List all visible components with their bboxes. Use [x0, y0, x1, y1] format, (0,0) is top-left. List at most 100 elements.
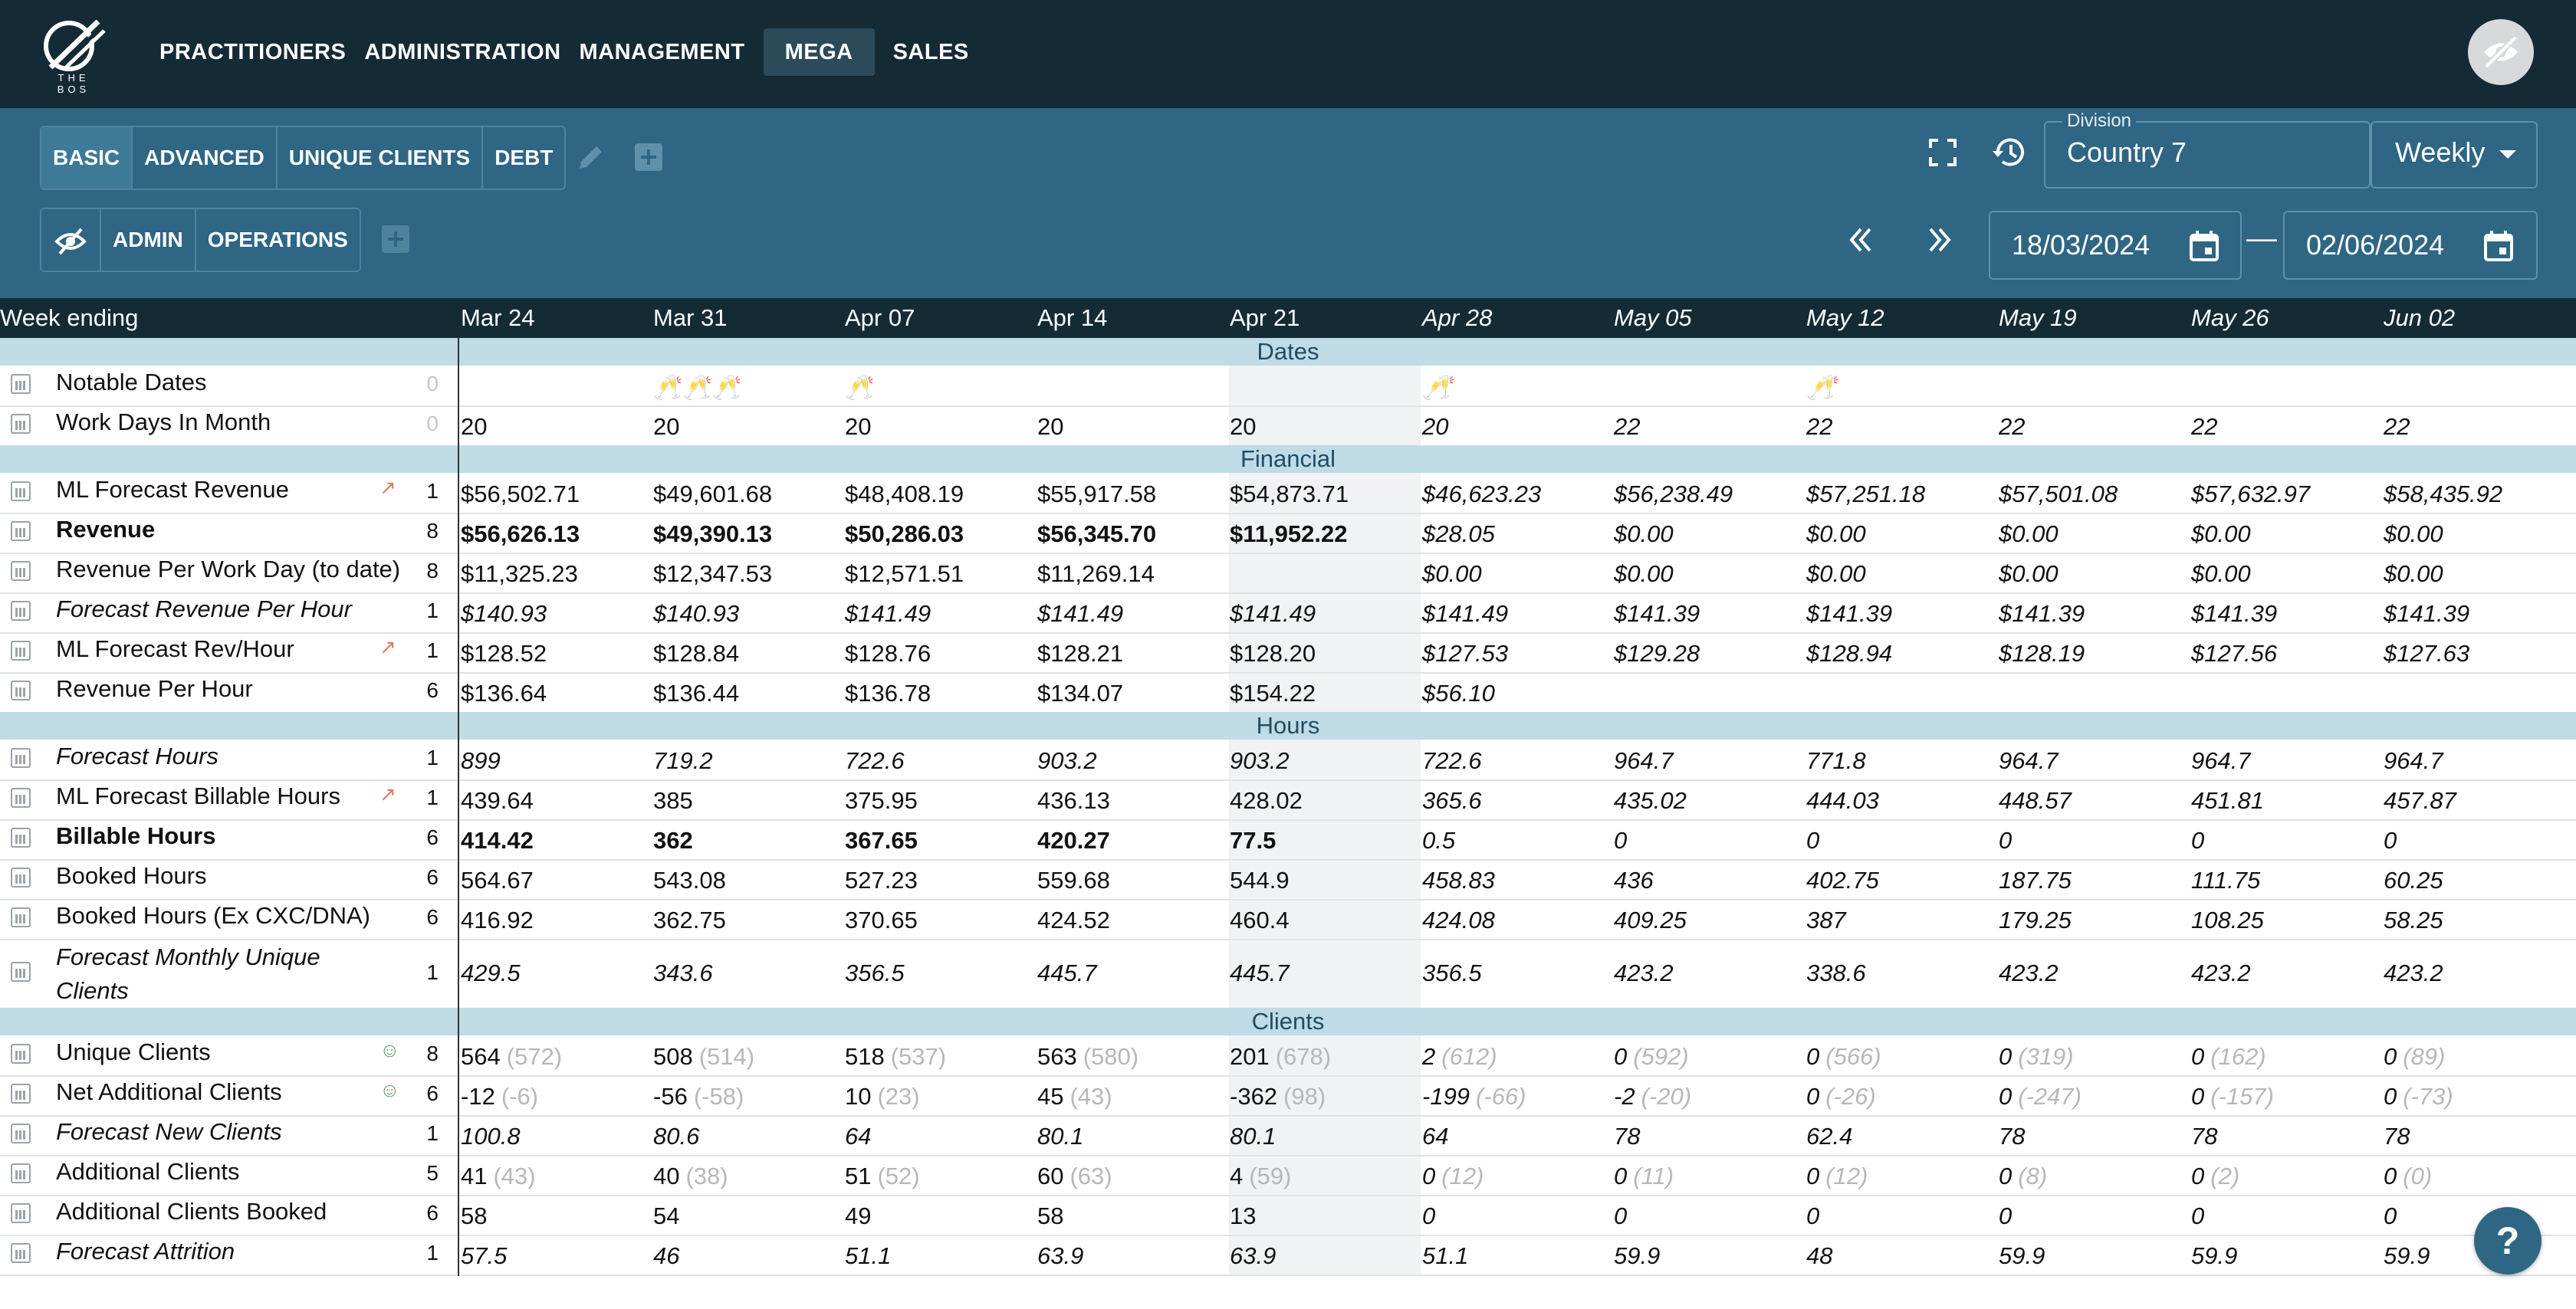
cell-may-05: 423.2 — [1614, 960, 1674, 987]
cell-may-19: 0 (319) — [1999, 1043, 2074, 1071]
cell-value: 62.4 — [1806, 1123, 1853, 1150]
cell-value: 2 — [1422, 1043, 1436, 1070]
edit-pencil-icon[interactable] — [575, 141, 607, 173]
cell-mar-24: $56,502.71 — [461, 481, 580, 508]
row-source-count: 1 — [426, 479, 439, 503]
period-select[interactable]: Weekly — [2371, 121, 2538, 189]
chart-toggle-icon[interactable] — [11, 907, 31, 927]
cell-value: 420.27 — [1037, 827, 1110, 854]
nav-management[interactable]: MANAGEMENT — [570, 28, 754, 76]
cell-mar-31: 54 — [653, 1202, 679, 1230]
cell-mar-31: 385 — [653, 787, 693, 815]
cell-apr-07: $128.76 — [845, 640, 931, 668]
cell-value: 22 — [1614, 413, 1641, 440]
calendar-icon[interactable] — [2188, 229, 2220, 263]
chart-toggle-icon[interactable] — [11, 1203, 31, 1223]
history-icon[interactable] — [1990, 133, 2030, 172]
cell-apr-28: -199 (-66) — [1422, 1083, 1526, 1111]
bos-logo[interactable]: THE BOS — [40, 17, 106, 95]
cell-apr-21: 201 (678) — [1230, 1043, 1331, 1071]
cell-value: 0 — [1614, 1043, 1628, 1070]
tab-basic[interactable]: BASIC — [41, 127, 133, 189]
chart-toggle-icon[interactable] — [11, 481, 31, 501]
cell-secondary-value: (-157) — [2210, 1083, 2274, 1110]
cell-may-05: 436 — [1614, 867, 1654, 894]
nav-practitioners[interactable]: PRACTITIONERS — [150, 28, 355, 76]
chart-toggle-icon[interactable] — [11, 1044, 31, 1064]
chart-toggle-icon[interactable] — [11, 1084, 31, 1104]
cell-mar-31: $49,601.68 — [653, 481, 772, 508]
cell-jun-02: 78 — [2384, 1123, 2410, 1150]
cell-value: 436 — [1614, 867, 1654, 894]
chart-toggle-icon[interactable] — [11, 601, 31, 621]
chart-toggle-icon[interactable] — [11, 868, 31, 887]
row-label: Net Additional Clients — [56, 1078, 282, 1105]
clients-people-icon: ☺ — [380, 1078, 400, 1101]
chart-toggle-icon[interactable] — [11, 748, 31, 768]
tab-debt[interactable]: DEBT — [483, 127, 564, 189]
visibility-toggle-button[interactable] — [2468, 19, 2534, 85]
cell-may-12: 444.03 — [1806, 787, 1879, 815]
tab-operations[interactable]: OPERATIONS — [196, 209, 360, 271]
cell-jun-02: 60.25 — [2384, 867, 2443, 894]
chart-toggle-icon[interactable] — [11, 828, 31, 848]
cell-may-12: 0 (566) — [1806, 1043, 1881, 1071]
tab-unique-clients[interactable]: UNIQUE CLIENTS — [278, 127, 484, 189]
cell-apr-28: $46,623.23 — [1422, 481, 1541, 508]
add-view-icon[interactable] — [632, 141, 665, 173]
calendar-icon[interactable] — [2482, 229, 2515, 263]
cell-apr-21: $11,952.22 — [1230, 520, 1347, 548]
fullscreen-icon[interactable] — [1926, 136, 1960, 169]
chart-toggle-icon[interactable] — [11, 1243, 31, 1263]
cell-value: 370.65 — [845, 907, 918, 933]
row-source-count: 1 — [426, 638, 439, 662]
cell-jun-02: 0 — [2384, 827, 2397, 855]
nav-sales[interactable]: SALES — [884, 28, 978, 76]
cell-value: $141.49 — [845, 600, 932, 627]
chart-toggle-icon[interactable] — [11, 521, 31, 541]
table-row-booked-hours: Booked Hours 6 564.67 543.08 527.23 559.68 544… — [0, 859, 2576, 901]
table-row-notable-dates: Notable Dates 0 🥂🥂🥂 🥂 🥂 🥂 — [0, 366, 2576, 407]
cell-may-05: 59.9 — [1614, 1242, 1660, 1270]
next-period-icon[interactable] — [1923, 225, 1957, 255]
tab-advanced[interactable]: ADVANCED — [133, 127, 278, 189]
chart-toggle-icon[interactable] — [11, 788, 31, 808]
tab-admin[interactable]: ADMIN — [101, 209, 196, 271]
cell-value: $154.22 — [1230, 680, 1316, 707]
chart-toggle-icon[interactable] — [11, 641, 31, 661]
cell-value: 423.2 — [1614, 960, 1674, 986]
chart-toggle-icon[interactable] — [11, 1163, 31, 1183]
cell-apr-28: 458.83 — [1422, 867, 1495, 894]
chart-toggle-icon[interactable] — [11, 1124, 31, 1143]
cell-value: 0 — [2191, 827, 2205, 854]
hidden-rows-toggle[interactable] — [41, 209, 101, 271]
cell-value: 78 — [2191, 1123, 2218, 1150]
cell-value: 0 — [2191, 1083, 2205, 1110]
cell-apr-14: 903.2 — [1037, 747, 1097, 775]
help-button[interactable]: ? — [2474, 1207, 2542, 1275]
cell-may-26: 0 — [2191, 1202, 2204, 1230]
division-select[interactable]: Division Country 7 — [2044, 110, 2371, 189]
chart-toggle-icon[interactable] — [11, 681, 31, 700]
cell-value: $134.07 — [1037, 680, 1124, 707]
cell-value: 460.4 — [1230, 907, 1290, 933]
cell-apr-28: 0.5 — [1422, 827, 1455, 855]
cell-jun-02: 0 (89) — [2384, 1043, 2445, 1071]
add-role-icon[interactable] — [380, 223, 412, 255]
chart-toggle-icon[interactable] — [11, 374, 31, 394]
chart-toggle-icon[interactable] — [11, 414, 31, 434]
nav-mega[interactable]: MEGA — [763, 28, 875, 76]
chart-toggle-icon[interactable] — [11, 962, 31, 982]
chart-toggle-icon[interactable] — [11, 561, 31, 581]
row-source-count: 6 — [426, 865, 439, 889]
nav-administration[interactable]: ADMINISTRATION — [355, 28, 570, 76]
end-date-field[interactable]: 02/06/2024 — [2283, 211, 2538, 280]
start-date-field[interactable]: 18/03/2024 — [1989, 211, 2242, 280]
cell-value: 0 — [1422, 1163, 1436, 1189]
cell-mar-31: 543.08 — [653, 867, 726, 894]
cell-may-05: 0 (11) — [1614, 1163, 1674, 1190]
previous-period-icon[interactable] — [1844, 225, 1878, 255]
cell-apr-28: 722.6 — [1422, 747, 1482, 775]
row-label: ML Forecast Billable Hours — [56, 782, 340, 809]
cell-value: 78 — [1999, 1123, 2026, 1150]
